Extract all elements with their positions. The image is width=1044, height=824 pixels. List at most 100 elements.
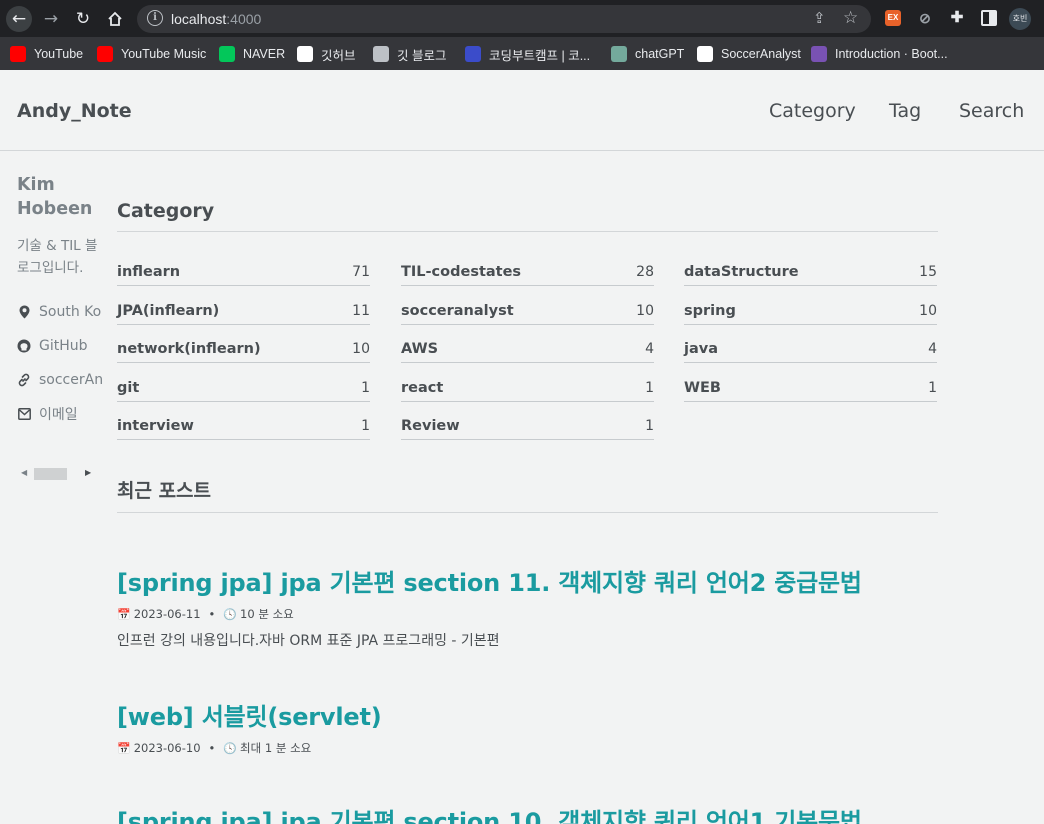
side-panel-icon[interactable] (981, 10, 997, 26)
author-bio: 기술 & TIL 블로그입니다. (17, 238, 98, 276)
author-name: Kim Hobeen (17, 175, 93, 219)
category-item[interactable]: WEB 1 (684, 368, 937, 402)
github-icon (17, 339, 31, 353)
category-name[interactable]: dataStructure (684, 264, 799, 280)
author-link-label[interactable]: soccerAn (39, 372, 102, 388)
category-name[interactable]: socceranalyst (401, 303, 514, 319)
category-count: 4 (928, 341, 937, 357)
bookmark-label: 코딩부트캠프 | 코... (489, 48, 591, 63)
category-count: 15 (919, 264, 937, 280)
category-item[interactable]: Review 1 (401, 406, 654, 440)
location-icon (17, 305, 31, 319)
nav-category-link[interactable]: Category (769, 100, 856, 122)
post-date: 2023-06-10 (133, 741, 201, 755)
post-title-link[interactable]: [spring jpa] jpa 기본편 section 11. 객체지향 쿼리… (117, 563, 938, 598)
reload-icon[interactable]: ↻ (70, 6, 96, 32)
recent-posts-title: 최근 포스트 (117, 476, 938, 513)
post-item: [spring jpa] jpa 기본편 section 10. 객체지향 쿼리… (117, 802, 938, 824)
bookmark-item[interactable]: YouTube (10, 44, 83, 64)
category-count: 1 (645, 380, 654, 396)
author-link-label[interactable]: 이메일 (39, 404, 78, 424)
scrollbar-thumb[interactable] (34, 468, 67, 480)
category-item[interactable]: dataStructure 15 (684, 252, 937, 286)
url-text[interactable]: localhost:4000 (171, 11, 261, 27)
category-item[interactable]: network(inflearn) 10 (117, 329, 370, 363)
bookmarks-bar: YouTube YouTube Music NAVER 깃허브 깃 블로그 코딩부트캠프 … (0, 37, 1044, 70)
category-name[interactable]: git (117, 380, 139, 396)
post-title-link[interactable]: [web] 서블릿(servlet) (117, 697, 938, 732)
category-name[interactable]: AWS (401, 341, 438, 357)
site-info-icon[interactable]: i (147, 10, 163, 26)
author-link-label[interactable]: GitHub (39, 338, 88, 354)
masthead: Andy_Note Category Tag Search (0, 70, 1044, 151)
address-bar[interactable]: i localhost:4000 ⇪ ☆ (137, 5, 871, 33)
bookmark-item[interactable]: 코딩부트캠프 | 코... (465, 44, 590, 64)
bookmark-item[interactable]: chatGPT (611, 44, 684, 64)
category-name[interactable]: JPA(inflearn) (117, 303, 219, 319)
category-name[interactable]: inflearn (117, 264, 180, 280)
category-item[interactable]: AWS 4 (401, 329, 654, 363)
category-item[interactable]: JPA(inflearn) 11 (117, 291, 370, 325)
post-meta: 📅 2023-06-10 • 🕓 최대 1 분 소요 (117, 740, 938, 756)
category-count: 11 (352, 303, 370, 319)
author-sidebar: Kim Hobeen 기술 & TIL 블로그입니다. South Ko Git… (17, 173, 102, 431)
scroll-right-arrow-icon[interactable]: ▶ (85, 468, 91, 477)
author-website-link[interactable]: soccerAn (17, 363, 102, 397)
back-arrow-icon[interactable]: ← (6, 6, 32, 32)
category-item[interactable]: socceranalyst 10 (401, 291, 654, 325)
category-item[interactable]: git 1 (117, 368, 370, 402)
category-name[interactable]: react (401, 380, 443, 396)
profile-avatar[interactable]: 호빈 (1009, 8, 1031, 30)
category-name[interactable]: WEB (684, 380, 721, 396)
extensions-puzzle-icon[interactable]: ✚ (949, 10, 965, 26)
category-section-title: Category (117, 200, 938, 232)
category-name[interactable]: spring (684, 303, 736, 319)
bookmark-label: 깃 블로그 (397, 48, 447, 63)
bookmark-label: YouTube (34, 47, 84, 61)
category-item[interactable]: react 1 (401, 368, 654, 402)
category-count: 1 (928, 380, 937, 396)
meta-separator: • (208, 607, 216, 621)
codestates-icon (465, 46, 481, 62)
category-item[interactable]: TIL-codestates 28 (401, 252, 654, 286)
category-name[interactable]: network(inflearn) (117, 341, 261, 357)
bookmark-item[interactable]: 깃 블로그 (373, 44, 446, 64)
category-item[interactable]: inflearn 71 (117, 252, 370, 286)
post-title-link[interactable]: [spring jpa] jpa 기본편 section 10. 객체지향 쿼리… (117, 802, 938, 824)
github-icon (297, 46, 313, 62)
sidebar-horizontal-scrollbar[interactable]: ◀ ▶ (17, 467, 97, 481)
scroll-left-arrow-icon[interactable]: ◀ (21, 468, 27, 477)
forward-arrow-icon[interactable]: → (38, 6, 64, 32)
category-item[interactable]: java 4 (684, 329, 937, 363)
category-name[interactable]: Review (401, 418, 460, 434)
category-item[interactable]: spring 10 (684, 291, 937, 325)
category-name[interactable]: TIL-codestates (401, 264, 521, 280)
calendar-icon: 📅 (117, 607, 131, 621)
share-icon[interactable]: ⇪ (813, 9, 826, 27)
nav-search-link[interactable]: Search (959, 100, 1024, 122)
author-location: South Ko (17, 295, 102, 329)
naver-icon (219, 46, 235, 62)
nav-tag-link[interactable]: Tag (889, 100, 921, 122)
extension-ex-icon[interactable]: EX (885, 10, 901, 26)
category-count: 1 (645, 418, 654, 434)
category-count: 1 (361, 418, 370, 434)
bookmark-item[interactable]: Introduction · Boot... (811, 44, 948, 64)
bookmark-item[interactable]: NAVER (219, 44, 285, 64)
clock-icon: 🕓 (223, 741, 238, 755)
site-title[interactable]: Andy_Note (17, 100, 132, 122)
author-github-link[interactable]: GitHub (17, 329, 102, 363)
author-email-link[interactable]: 이메일 (17, 397, 102, 431)
category-name[interactable]: interview (117, 418, 194, 434)
chatgpt-icon (611, 46, 627, 62)
category-name[interactable]: java (684, 341, 718, 357)
bookmark-item[interactable]: SoccerAnalyst (697, 44, 801, 64)
post-read-time: 10 분 소요 (240, 607, 294, 621)
home-icon[interactable] (102, 6, 128, 32)
extension-disabled-icon[interactable]: ⊘ (917, 10, 933, 26)
bookmark-item[interactable]: 깃허브 (297, 44, 356, 64)
post-item: [web] 서블릿(servlet) 📅 2023-06-10 • 🕓 최대 1… (117, 697, 938, 756)
bookmark-star-icon[interactable]: ☆ (843, 8, 858, 28)
bookmark-item[interactable]: YouTube Music (97, 44, 206, 64)
category-item[interactable]: interview 1 (117, 406, 370, 440)
